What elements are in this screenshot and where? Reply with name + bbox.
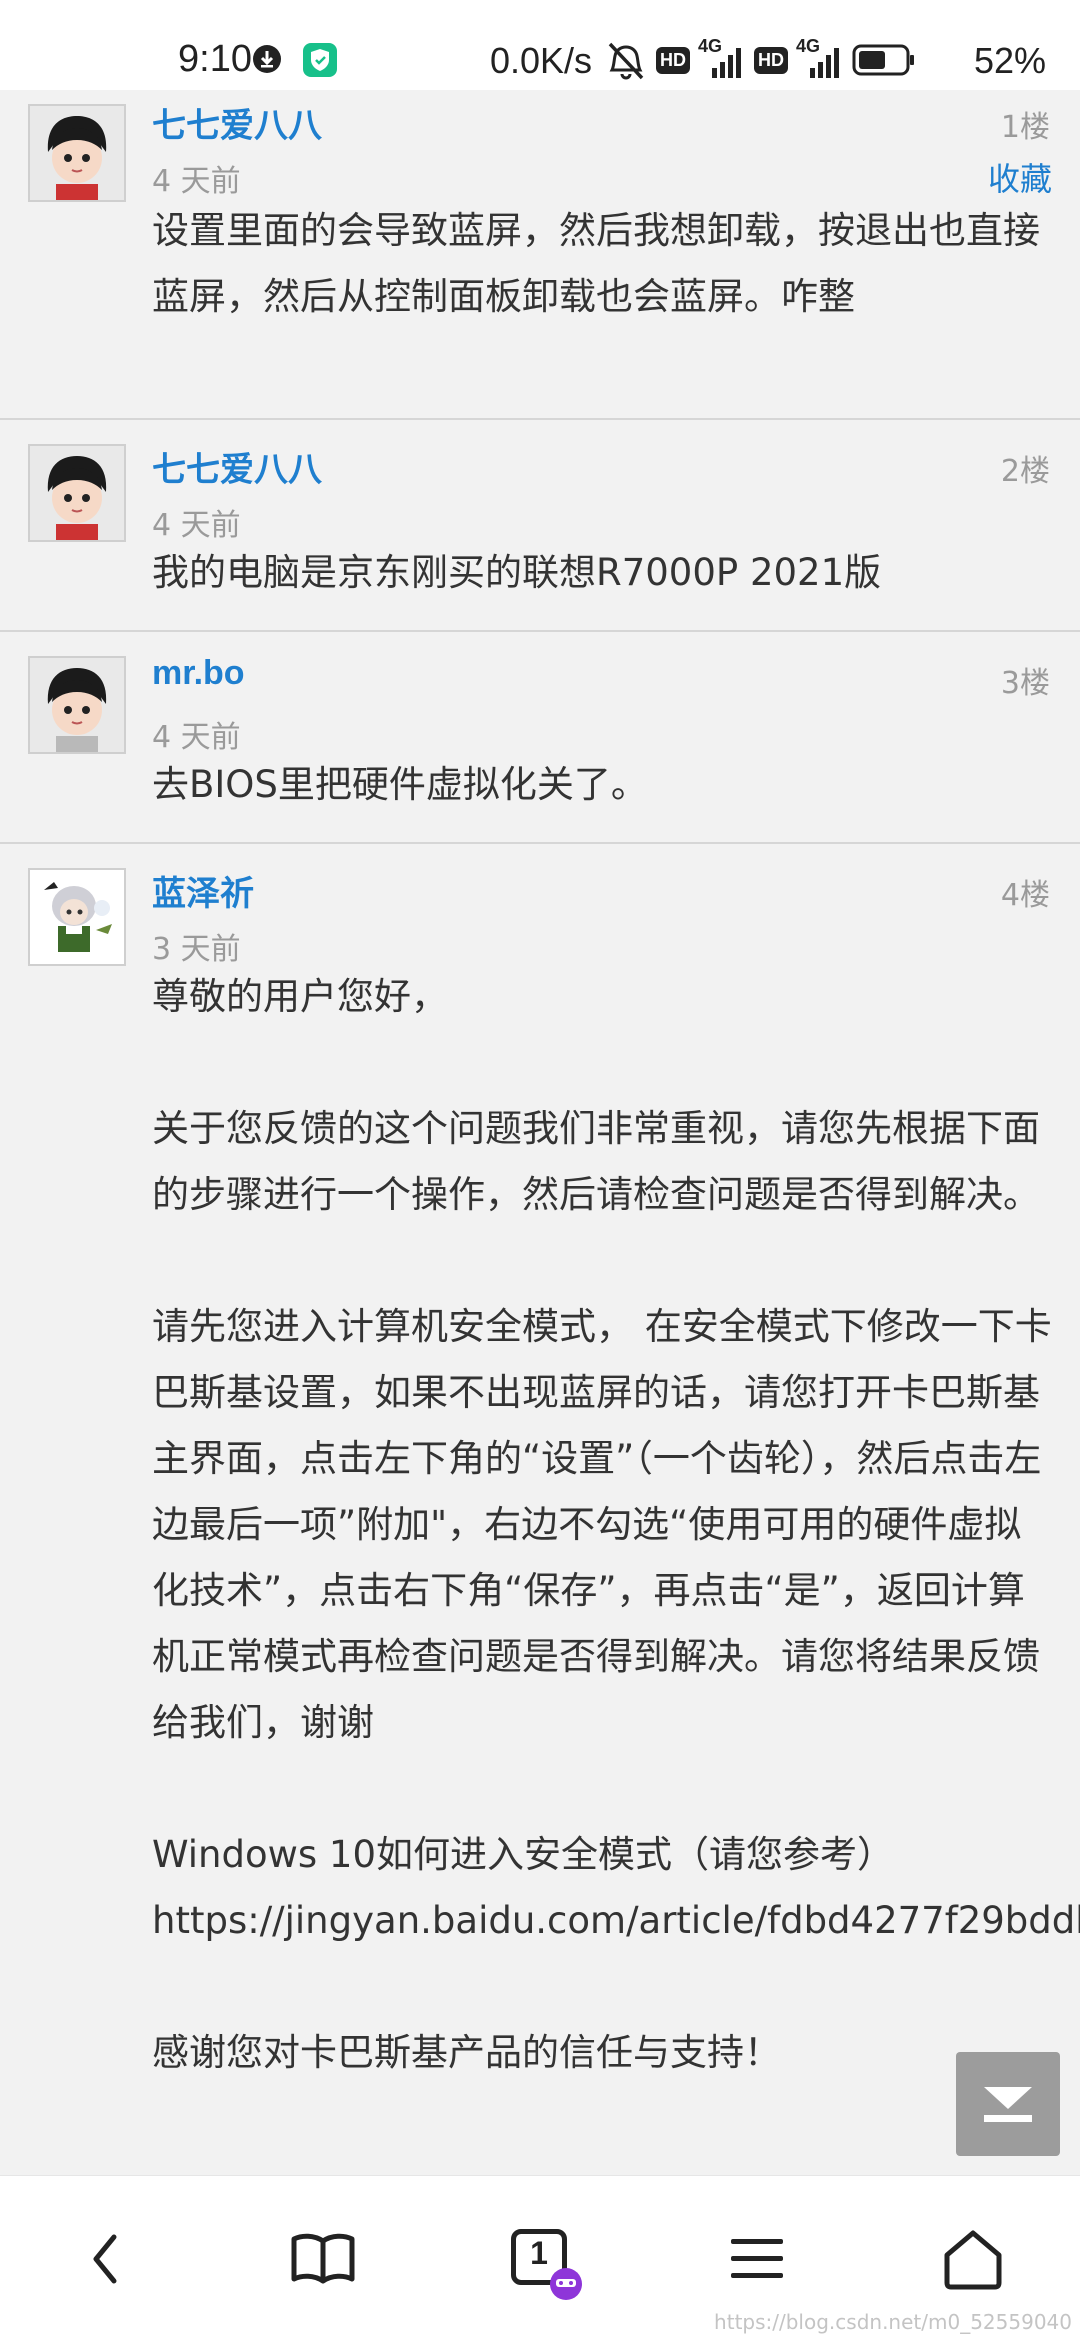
post-content: 我的电脑是京东刚买的联想R7000P 2021版 xyxy=(152,551,882,594)
user-avatar-icon xyxy=(30,446,124,540)
author-name[interactable]: 七七爱八八 xyxy=(152,442,322,491)
reply-item: 七七爱八八 1楼 4 天前 收藏 设置里面的会导致蓝屏，然后我想卸载，按退出也直… xyxy=(0,90,1080,420)
tabs-button[interactable]: 1 xyxy=(496,2214,586,2304)
author-name[interactable]: mr.bo xyxy=(152,654,245,693)
incognito-badge-icon xyxy=(550,2268,582,2300)
download-icon xyxy=(253,45,281,73)
author-name[interactable]: 七七爱八八 xyxy=(152,98,322,147)
post-time: 3 天前 xyxy=(152,932,241,967)
hd-badge-2: HD xyxy=(754,46,788,74)
avatar[interactable] xyxy=(28,104,126,202)
post-time: 4 天前 xyxy=(152,720,241,755)
floor-number: 3楼 xyxy=(1000,666,1050,701)
reply-list: 七七爱八八 1楼 4 天前 收藏 设置里面的会导致蓝屏，然后我想卸载，按退出也直… xyxy=(0,90,1080,2175)
signal-icon-1: 4G xyxy=(698,36,746,80)
battery-percent: 52% xyxy=(974,40,1047,81)
floor-number: 2楼 xyxy=(1000,454,1050,489)
mute-icon xyxy=(608,42,644,80)
back-icon xyxy=(93,2234,117,2284)
home-button[interactable] xyxy=(928,2214,1018,2304)
avatar[interactable] xyxy=(28,444,126,542)
scroll-to-bottom-button[interactable] xyxy=(956,2052,1060,2156)
net-speed: 0.0K/s xyxy=(490,40,593,81)
reply-item: 七七爱八八 2楼 4 天前 我的电脑是京东刚买的联想R7000P 2021版 xyxy=(0,422,1080,632)
user-avatar-icon xyxy=(30,658,124,752)
avatar[interactable] xyxy=(28,868,126,966)
browser-bottom-nav: 1 https://blog.csdn.net/m0_52559040 xyxy=(0,2175,1080,2340)
home-icon xyxy=(944,2230,1002,2290)
signal-icon-2: 4G xyxy=(796,36,844,80)
book-icon xyxy=(291,2233,355,2284)
post-time: 4 天前 xyxy=(152,508,241,543)
menu-button[interactable] xyxy=(712,2214,802,2304)
post-content: 设置里面的会导致蓝屏，然后我想卸载，按退出也直接蓝屏，然后从控制面板卸载也会蓝屏… xyxy=(152,209,1040,318)
post-content: 去BIOS里把硬件虚拟化关了。 xyxy=(152,763,648,806)
anime-avatar-icon xyxy=(30,870,124,964)
favorite-button[interactable]: 收藏 xyxy=(988,154,1052,200)
watermark: https://blog.csdn.net/m0_52559040 xyxy=(714,2310,1072,2334)
tabs-icon: 1 xyxy=(509,2227,582,2300)
reply-item: 蓝泽祈 4楼 3 天前 尊敬的用户您好， 关于您反馈的这个问题我们非常重视，请您… xyxy=(0,846,1080,2175)
status-icons: HD 4G HD 4G xyxy=(604,36,916,82)
user-avatar-icon xyxy=(30,106,124,200)
bookmarks-button[interactable] xyxy=(278,2214,368,2304)
status-bar: 9:10 0.0K/s HD 4G HD 4G 52% xyxy=(0,0,1080,90)
shield-icon xyxy=(303,43,337,77)
menu-icon xyxy=(731,2239,783,2278)
page: 9:10 0.0K/s HD 4G HD 4G 52% 七七爱八八 1楼 4 天… xyxy=(0,0,1080,2340)
battery-icon xyxy=(852,44,914,76)
avatar[interactable] xyxy=(28,656,126,754)
reply-item: mr.bo 3楼 4 天前 去BIOS里把硬件虚拟化关了。 xyxy=(0,634,1080,844)
back-button[interactable] xyxy=(62,2214,152,2304)
author-name[interactable]: 蓝泽祈 xyxy=(152,866,254,915)
hd-badge-1: HD xyxy=(656,46,690,74)
arrow-down-icon xyxy=(984,2087,1032,2122)
floor-number: 1楼 xyxy=(1000,110,1050,145)
post-time: 4 天前 xyxy=(152,164,241,199)
status-time: 9:10 xyxy=(178,38,252,80)
floor-number: 4楼 xyxy=(1000,878,1050,913)
post-content: 尊敬的用户您好， 关于您反馈的这个问题我们非常重视，请您先根据下面的步骤进行一个… xyxy=(152,975,1080,2074)
